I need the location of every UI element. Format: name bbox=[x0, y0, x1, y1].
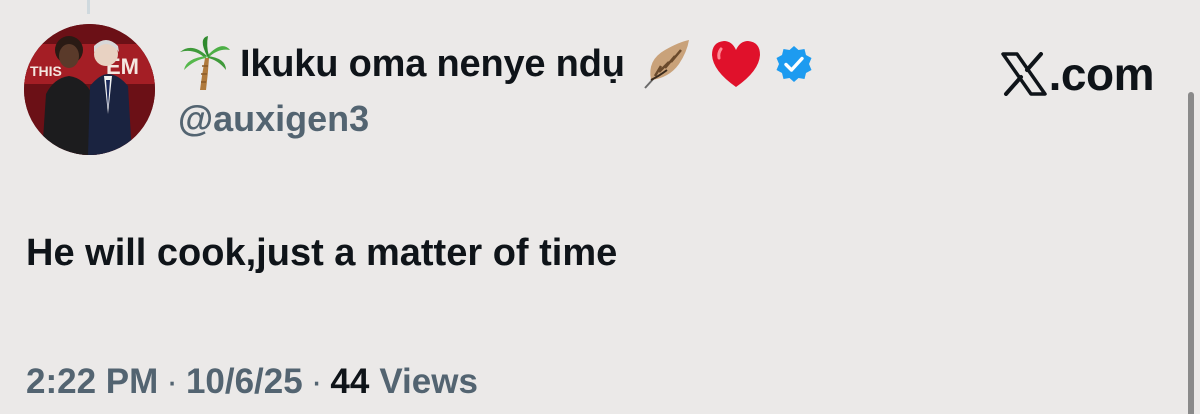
views-count[interactable]: 44 bbox=[330, 362, 369, 402]
meta-separator: · bbox=[166, 362, 178, 401]
x-brand-watermark: .com bbox=[1000, 44, 1155, 104]
avatar-photo: THIS EM bbox=[24, 24, 155, 155]
x-logo-icon bbox=[1000, 52, 1047, 96]
post-meta: 2:22 PM · 10/6/25 · 44 Views bbox=[26, 362, 478, 402]
post-date[interactable]: 10/6/25 bbox=[186, 362, 303, 402]
views-label: Views bbox=[379, 362, 478, 401]
post-text: He will cook,just a matter of time bbox=[26, 232, 618, 274]
verified-badge-icon[interactable] bbox=[775, 45, 813, 83]
author-display-name[interactable]: Ikuku oma nenye ndụ bbox=[240, 43, 625, 86]
red-heart-icon bbox=[709, 39, 763, 89]
svg-text:THIS: THIS bbox=[30, 63, 62, 79]
author-handle[interactable]: @auxigen3 bbox=[178, 98, 369, 140]
brand-text: .com bbox=[1048, 48, 1155, 100]
palm-tree-icon bbox=[178, 36, 230, 92]
avatar[interactable]: THIS EM bbox=[24, 24, 155, 155]
thread-line bbox=[87, 0, 90, 14]
scrollbar[interactable] bbox=[1188, 92, 1194, 414]
feather-icon bbox=[639, 36, 695, 92]
meta-separator: · bbox=[310, 362, 323, 401]
post-time[interactable]: 2:22 PM bbox=[26, 362, 158, 402]
